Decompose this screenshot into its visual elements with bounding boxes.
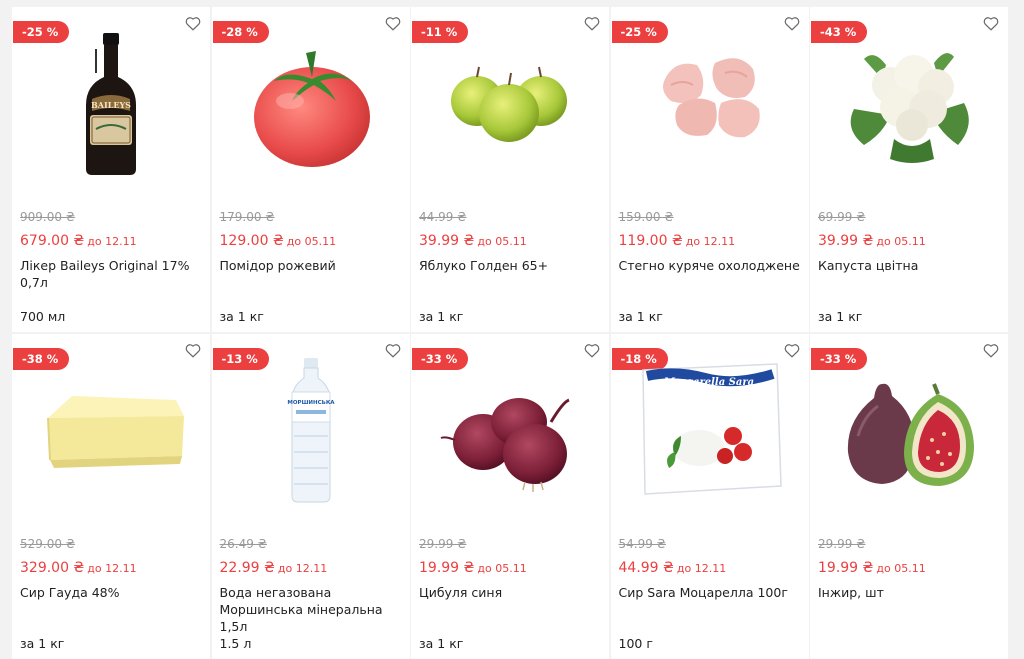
product-card[interactable]: -13 % МОРШИНСЬКА 26.49 ₴ 22.99 ₴ до 12.11…: [211, 333, 410, 659]
promo-until: до 12.11: [87, 235, 137, 248]
price-row: 129.00 ₴ до 05.11: [220, 230, 337, 249]
product-image-chicken[interactable]: [635, 29, 785, 179]
current-price: 329.00 ₴: [20, 559, 85, 576]
product-image-water[interactable]: МОРШИНСЬКА: [236, 356, 386, 506]
promo-until: до 05.11: [477, 235, 527, 248]
current-price: 129.00 ₴: [219, 233, 284, 249]
promo-until: до 12.11: [87, 561, 137, 575]
old-price: 159.00 ₴: [618, 210, 674, 224]
price-row: 19.99 ₴ до 05.11: [818, 557, 926, 576]
old-price: 29.99 ₴: [419, 536, 467, 551]
product-unit: за 1 кг: [618, 309, 663, 324]
heart-icon[interactable]: [385, 16, 401, 31]
product-card[interactable]: -25 % BAILEYS 909.00 ₴ 679.00 ₴ до 12.11 …: [12, 7, 210, 332]
current-price: 39.99 ₴: [818, 233, 874, 249]
current-price: 19.99 ₴: [419, 559, 475, 576]
heart-icon[interactable]: [983, 16, 999, 31]
heart-icon[interactable]: [584, 16, 600, 31]
promo-until: до 05.11: [876, 235, 926, 248]
product-name[interactable]: Лікер Baileys Original 17% 0,7л: [20, 257, 204, 291]
product-name[interactable]: Сир Гауда 48%: [20, 584, 204, 601]
current-price: 119.00 ₴: [618, 233, 683, 249]
promo-until: до 12.11: [685, 235, 736, 248]
product-name[interactable]: Вода негазована Моршинська мінеральна 1,…: [220, 584, 404, 635]
heart-icon[interactable]: [185, 16, 201, 31]
old-price: 909.00 ₴: [20, 210, 76, 224]
product-name[interactable]: Помідор рожевий: [220, 257, 404, 274]
price-row: 19.99 ₴ до 05.11: [419, 557, 527, 576]
product-card[interactable]: -38 % 529.00 ₴ 329.00 ₴ до 12.11 Сир Гауд…: [12, 333, 210, 659]
heart-icon[interactable]: [584, 343, 600, 358]
product-unit: за 1 кг: [20, 635, 65, 651]
product-image-bottle[interactable]: BAILEYS: [36, 29, 186, 179]
product-unit: за 1 кг: [419, 309, 464, 324]
old-price: 29.99 ₴: [818, 536, 866, 551]
price-row: 39.99 ₴ до 05.11: [419, 230, 527, 249]
price-row: 44.99 ₴ до 12.11: [619, 557, 727, 576]
promo-until: до 05.11: [286, 235, 337, 248]
product-image-tomato[interactable]: [236, 29, 386, 179]
product-image-apples[interactable]: [435, 29, 585, 179]
promo-until: до 12.11: [277, 561, 328, 575]
product-card[interactable]: -43 % 69.99 ₴ 39.99 ₴ до 05.11 Капуста ц…: [810, 7, 1008, 332]
old-price: 529.00 ₴: [20, 536, 76, 551]
mozzarella-brand-label: Mozzarella Sara: [662, 377, 753, 388]
water-brand-label: МОРШИНСЬКА: [287, 400, 335, 406]
product-card[interactable]: -25 % 159.00 ₴ 119.00 ₴ до 12.11 Стегно к…: [610, 7, 809, 332]
product-image-mozzarella[interactable]: Mozzarella Sara: [635, 356, 785, 506]
product-unit: 100 г: [618, 635, 653, 651]
product-name[interactable]: Сир Sara Моцарелла 100г: [619, 584, 803, 601]
product-card[interactable]: -11 % 44.99 ₴ 39.99 ₴ до 05.11 Яблуко Гол…: [411, 7, 609, 332]
product-name[interactable]: Яблуко Голден 65+: [419, 257, 603, 274]
current-price: 22.99 ₴: [219, 559, 275, 576]
product-unit: за 1 кг: [219, 309, 264, 324]
current-price: 44.99 ₴: [618, 559, 674, 576]
heart-icon[interactable]: [185, 343, 201, 358]
product-image-cauliflower[interactable]: [834, 29, 984, 179]
price-row: 119.00 ₴ до 12.11: [619, 230, 736, 249]
old-price: 26.49 ₴: [219, 536, 267, 551]
product-card[interactable]: -33 % 29.99 ₴ 19.99 ₴ до 05.11 Цибуля син…: [411, 333, 609, 659]
current-price: 679.00 ₴: [20, 233, 85, 249]
product-name[interactable]: Інжир, шт: [818, 584, 1002, 601]
product-name[interactable]: Цибуля синя: [419, 584, 603, 601]
product-unit: за 1 кг: [419, 635, 464, 651]
product-grid: -25 % BAILEYS 909.00 ₴ 679.00 ₴ до 12.11 …: [12, 7, 1008, 659]
product-card[interactable]: -33 % 29.99 ₴ 19.99 ₴ до 05.11 Інжир, шт: [810, 333, 1008, 659]
promo-until: до 12.11: [676, 561, 727, 575]
promo-until: до 05.11: [876, 561, 926, 575]
product-unit: 700 мл: [20, 309, 66, 324]
product-image-cheese[interactable]: [36, 356, 186, 506]
old-price: 54.99 ₴: [618, 536, 666, 551]
product-unit: 1.5 л: [219, 635, 252, 651]
old-price: 69.99 ₴: [818, 210, 866, 224]
price-row: 39.99 ₴ до 05.11: [818, 230, 926, 249]
heart-icon[interactable]: [784, 343, 800, 358]
old-price: 44.99 ₴: [419, 210, 467, 224]
product-name[interactable]: Капуста цвітна: [818, 257, 1002, 274]
product-unit: за 1 кг: [818, 309, 863, 324]
price-row: 679.00 ₴ до 12.11: [20, 230, 137, 249]
heart-icon[interactable]: [784, 16, 800, 31]
heart-icon[interactable]: [983, 343, 999, 358]
product-card[interactable]: -18 % Mozzarella Sara 54.99 ₴ 44.99 ₴ до …: [610, 333, 809, 659]
price-row: 22.99 ₴ до 12.11: [220, 557, 328, 576]
promo-until: до 05.11: [477, 561, 527, 575]
product-name[interactable]: Стегно куряче охолоджене: [619, 257, 803, 274]
heart-icon[interactable]: [385, 343, 401, 358]
bottle-brand-label: BAILEYS: [91, 100, 131, 110]
price-row: 329.00 ₴ до 12.11: [20, 557, 137, 576]
current-price: 39.99 ₴: [419, 233, 475, 249]
current-price: 19.99 ₴: [818, 559, 874, 576]
product-image-figs[interactable]: [834, 356, 984, 506]
product-card[interactable]: -28 % 179.00 ₴ 129.00 ₴ до 05.11 Помідор …: [211, 7, 410, 332]
old-price: 179.00 ₴: [219, 210, 275, 224]
product-image-onion[interactable]: [435, 356, 585, 506]
